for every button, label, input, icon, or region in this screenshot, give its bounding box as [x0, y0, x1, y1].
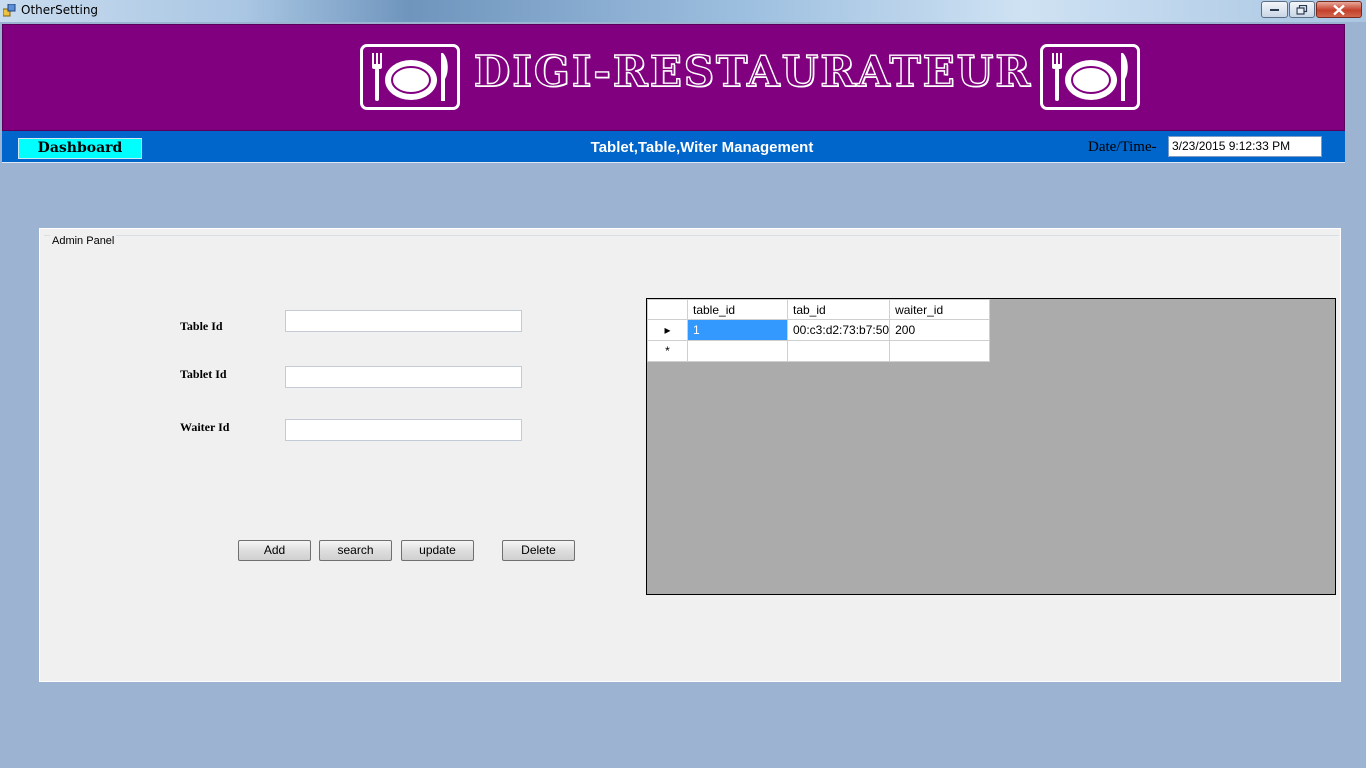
- brand-title: DIGI-RESTAURATEUR: [473, 46, 1033, 96]
- admin-panel-legend: Admin Panel: [50, 235, 117, 247]
- page-title: Tablet,Table,Witer Management: [590, 139, 814, 156]
- waiter-id-label: Waiter Id: [180, 420, 230, 434]
- close-icon: [1333, 4, 1345, 15]
- add-button[interactable]: Add: [238, 540, 311, 561]
- tablet-id-input[interactable]: [285, 366, 522, 388]
- new-table-row[interactable]: *: [647, 340, 991, 362]
- close-button[interactable]: [1316, 1, 1362, 18]
- grid-corner-cell[interactable]: [647, 299, 688, 320]
- column-header-waiter-id[interactable]: waiter_id: [889, 299, 991, 320]
- tablet-id-label: Tablet Id: [180, 367, 227, 381]
- dashboard-button[interactable]: Dashboard: [18, 138, 142, 159]
- grid-table: table_id tab_id waiter_id ▸ 1 00:c3:d2:7…: [647, 299, 991, 362]
- table-id-input[interactable]: [285, 310, 522, 332]
- maximize-button[interactable]: [1289, 1, 1315, 18]
- brand-header: DIGI-RESTAURATEUR: [2, 24, 1345, 131]
- search-button[interactable]: search: [319, 540, 392, 561]
- grid-cell-new-table-id[interactable]: [687, 340, 788, 362]
- update-button[interactable]: update: [401, 540, 474, 561]
- nav-bar: Dashboard Tablet,Table,Witer Management …: [2, 131, 1345, 163]
- plate-fork-knife-icon: [1040, 44, 1140, 110]
- table-id-label: Table Id: [180, 319, 223, 333]
- restore-icon: [1296, 4, 1308, 15]
- grid-cell-tab-id[interactable]: 00:c3:d2:73:b7:50: [786, 319, 891, 341]
- column-header-tab-id[interactable]: tab_id: [786, 299, 891, 320]
- delete-button[interactable]: Delete: [502, 540, 575, 561]
- plate-fork-knife-icon: [360, 44, 460, 110]
- app-icon: [2, 3, 16, 17]
- new-row-asterisk-icon[interactable]: *: [647, 340, 688, 362]
- datetime-field[interactable]: 3/23/2015 9:12:33 PM: [1168, 136, 1322, 157]
- grid-cell-waiter-id[interactable]: 200: [889, 319, 991, 341]
- grid-cell-new-waiter-id[interactable]: [889, 340, 991, 362]
- minimize-icon: [1269, 8, 1279, 11]
- grid-cell-table-id[interactable]: 1: [687, 319, 788, 341]
- current-row-marker-icon[interactable]: ▸: [647, 319, 688, 341]
- table-row[interactable]: ▸ 1 00:c3:d2:73:b7:50 200: [647, 319, 991, 341]
- minimize-button[interactable]: [1261, 1, 1288, 18]
- column-header-table-id[interactable]: table_id: [687, 299, 788, 320]
- waiter-id-input[interactable]: [285, 419, 522, 441]
- data-grid[interactable]: table_id tab_id waiter_id ▸ 1 00:c3:d2:7…: [646, 298, 1336, 595]
- datetime-label: Date/Time-: [1088, 139, 1157, 155]
- grid-header-row: table_id tab_id waiter_id: [647, 299, 991, 320]
- admin-panel: Admin Panel Table Id Tablet Id Waiter Id…: [39, 228, 1341, 682]
- window-title-bar: OtherSetting: [0, 0, 1366, 22]
- window-title: OtherSetting: [21, 3, 99, 17]
- grid-cell-new-tab-id[interactable]: [786, 340, 891, 362]
